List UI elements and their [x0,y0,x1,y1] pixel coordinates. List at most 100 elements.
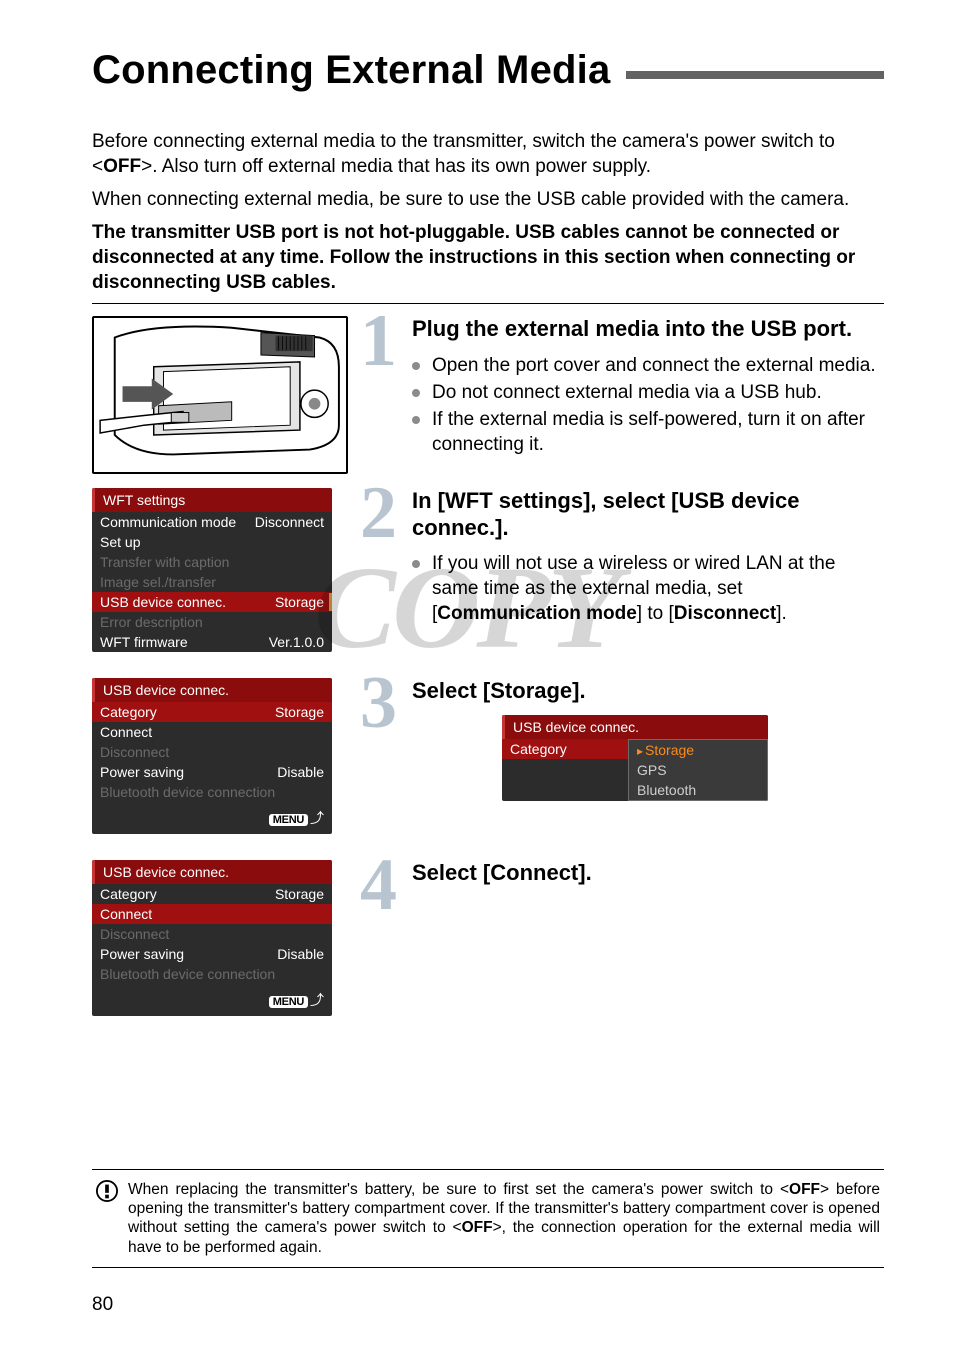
wft-row-transfer: Transfer with caption [92,552,332,572]
step-1-row: 1 Plug the external media into the USB p… [92,316,884,474]
usb2-disconnect-label: Disconnect [100,926,169,942]
step-4-row: USB device connec. CategoryStorage Conne… [92,860,884,1028]
usb1-row-disconnect: Disconnect [92,742,332,762]
wft-row-commmode-label: Communication mode [100,514,236,530]
usb1-disconnect-label: Disconnect [100,744,169,760]
usb1-category-value: Storage [275,704,324,720]
dd-options: ▸Storage GPS Bluetooth [628,739,768,801]
step-1-heading: Plug the external media into the USB por… [412,316,884,342]
wft-row-firmware-label: WFT firmware [100,634,188,650]
usb2-row-power: Power savingDisable [92,944,332,964]
dd-opt-bt: Bluetooth [629,780,767,800]
wft-row-commmode-value: Disconnect [255,514,324,530]
dd-opt-storage-label: Storage [645,742,694,758]
intro-p3-bold: The transmitter USB port is not hot-plug… [92,222,855,293]
usb2-row-connect: Connect [92,904,332,924]
step-2-image-col: WFT settings Communication mode Disconnec… [92,488,360,664]
usb-menu-1: USB device connec. CategoryStorage Conne… [92,678,332,834]
step-2-bullets: If you will not use a wireless or wired … [412,551,884,626]
wft-row-commmode: Communication mode Disconnect [92,512,332,532]
s2-b-d: Disconnect [674,603,776,624]
note-off2: OFF [462,1219,493,1236]
wft-row-firmware: WFT firmware Ver.1.0.0 [92,632,332,652]
note-off1: OFF [789,1181,820,1198]
usb1-back-icon: ⤴ [310,810,324,826]
wft-row-setup-label: Set up [100,534,140,550]
caution-icon [96,1180,118,1202]
wft-row-imgsel-label: Image sel./transfer [100,574,216,590]
wft-menu-title: WFT settings [92,488,332,512]
usb2-row-disconnect: Disconnect [92,924,332,944]
step-4-number: 4 [360,856,412,915]
dd-title: USB device connec. [502,715,768,739]
step-4-num-col: 4 [360,860,412,1028]
dd-opt-storage: ▸Storage [629,740,767,760]
page-number: 80 [92,1294,113,1316]
usb2-row-bt: Bluetooth device connection [92,964,332,984]
wft-row-usb-value: Storage [275,594,324,610]
wft-row-firmware-value: Ver.1.0.0 [269,634,324,650]
intro-divider [92,303,884,304]
wft-row-error: Error description [92,612,332,632]
camera-svg [94,318,346,472]
intro-paragraph-1: Before connecting external media to the … [92,129,884,179]
page-title: Connecting External Media [92,48,610,93]
step-3-row: USB device connec. CategoryStorage Conne… [92,678,884,846]
wft-row-transfer-label: Transfer with caption [100,554,229,570]
usb2-bt-label: Bluetooth device connection [100,966,275,982]
camera-illustration [92,316,348,474]
wft-row-setup: Set up [92,532,332,552]
step-2-row: WFT settings Communication mode Disconnec… [92,488,884,664]
usb2-category-value: Storage [275,886,324,902]
usb1-connect-label: Connect [100,724,152,740]
usb2-back-icon: ⤴ [310,992,324,1008]
usb2-connect-label: Connect [100,906,152,922]
title-divider [626,71,884,79]
dd-category-label: Category [510,741,567,757]
step-3-num-col: 3 [360,678,412,846]
usb2-row-category: CategoryStorage [92,884,332,904]
step-4-body: Select [Connect]. [412,860,884,1028]
step-1-image-col [92,316,360,474]
s2-b-e: ]. [776,603,787,624]
dd-arrow-icon: ▸ [637,744,643,758]
usb2-power-value: Disable [277,946,324,962]
usb1-row-category: CategoryStorage [92,702,332,722]
note-a: When replacing the transmitter's battery… [128,1181,789,1198]
intro-paragraph-2: When connecting external media, be sure … [92,187,884,212]
usb1-bt-label: Bluetooth device connection [100,784,275,800]
step-3-image-col: USB device connec. CategoryStorage Conne… [92,678,360,846]
usb2-title: USB device connec. [92,860,332,884]
step-1-bullet-3: If the external media is self-powered, t… [412,407,884,457]
dd-category: Category [502,739,628,759]
intro-p1-b: >. Also turn off external media that has… [141,156,651,177]
step-4-image-col: USB device connec. CategoryStorage Conne… [92,860,360,1028]
page-title-row: Connecting External Media [92,48,884,93]
wft-settings-menu: WFT settings Communication mode Disconnec… [92,488,332,652]
step-1-bullets: Open the port cover and connect the exte… [412,353,884,457]
usb1-power-label: Power saving [100,764,184,780]
s2-b-b: Communication mode [437,603,637,624]
step-1-number: 1 [360,312,412,371]
step-3-heading: Select [Storage]. [412,678,884,704]
usb-dropdown-menu: USB device connec. Category ▸Storage GPS… [502,715,768,801]
usb-menu-2: USB device connec. CategoryStorage Conne… [92,860,332,1016]
wft-row-error-label: Error description [100,614,203,630]
step-2-heading: In [WFT settings], select [USB device co… [412,488,884,541]
intro-paragraph-3: The transmitter USB port is not hot-plug… [92,220,884,295]
usb1-row-connect: Connect [92,722,332,742]
s2-b-c: ] to [ [637,603,674,624]
usb1-title: USB device connec. [92,678,332,702]
step-1-bullet-1: Open the port cover and connect the exte… [412,353,884,378]
step-1-body: Plug the external media into the USB por… [412,316,884,474]
wft-row-usb: USB device connec. Storage [92,592,332,612]
dd-opt-gps: GPS [629,760,767,780]
dd-body: Category ▸Storage GPS Bluetooth [502,739,768,801]
step-4-heading: Select [Connect]. [412,860,884,886]
usb1-menu-btn: MENU [269,814,308,826]
step-2-num-col: 2 [360,488,412,664]
usb1-footer: MENU⤴ [92,802,332,834]
usb2-menu-btn: MENU [269,996,308,1008]
step-2-bullet-1: If you will not use a wireless or wired … [412,551,884,626]
wft-row-usb-label: USB device connec. [100,594,226,610]
